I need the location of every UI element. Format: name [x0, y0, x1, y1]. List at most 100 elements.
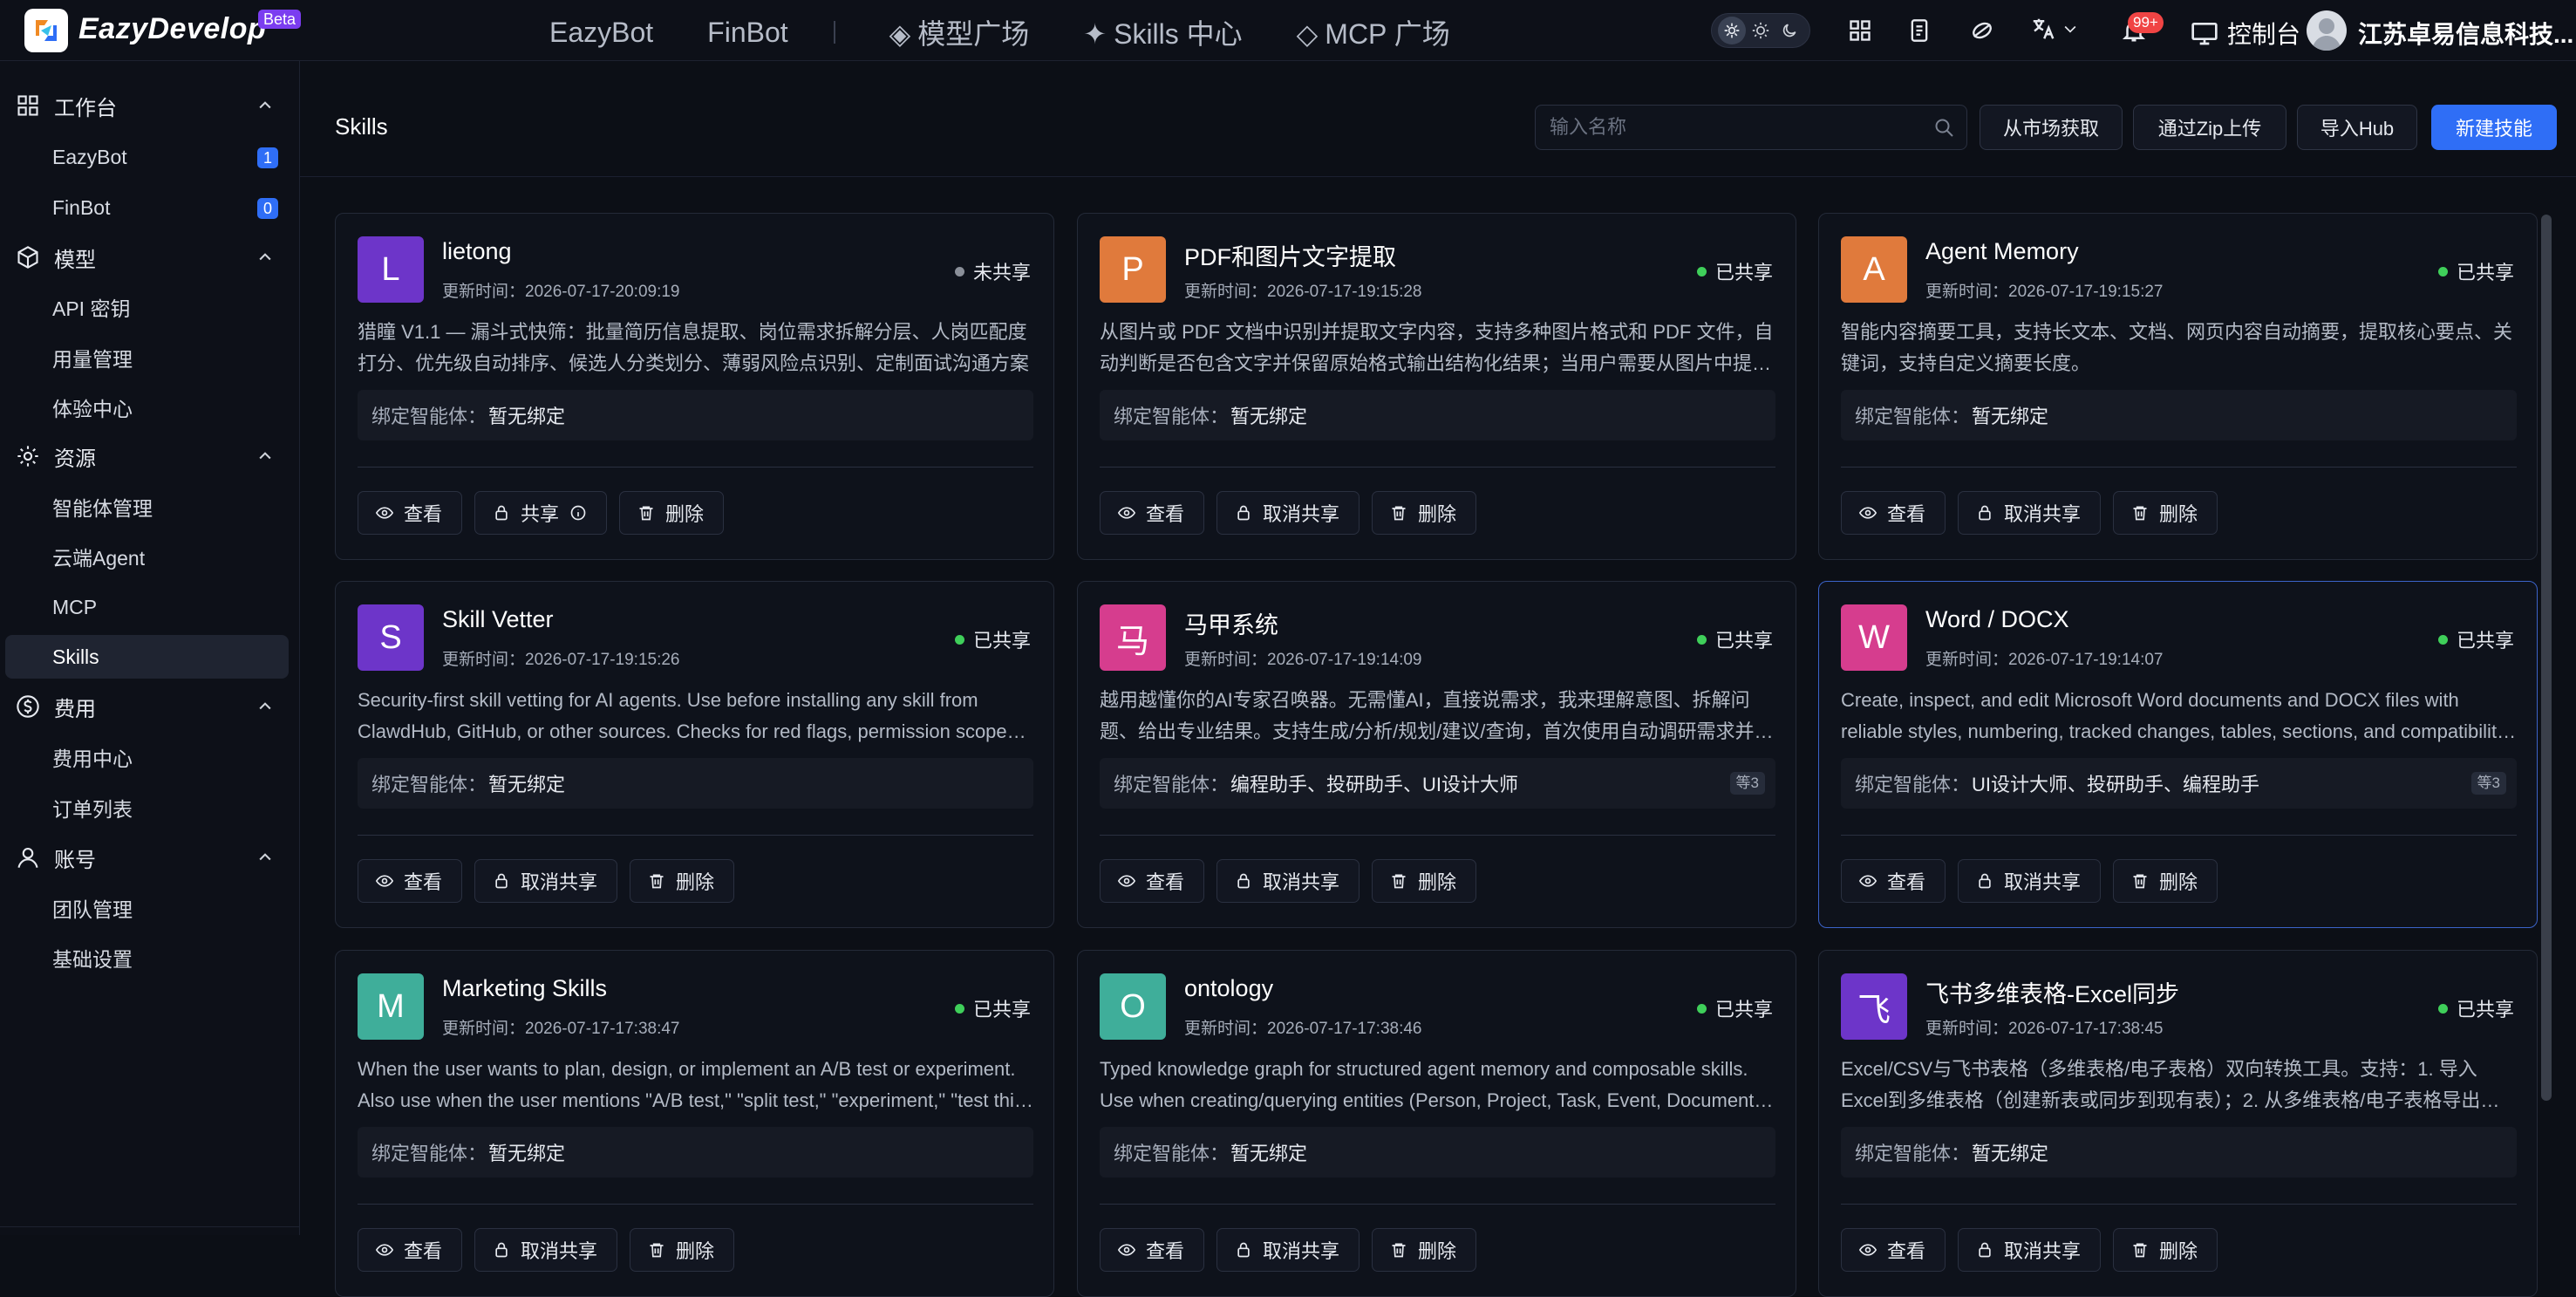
sidebar-item-settings[interactable]: 基础设置	[5, 936, 289, 980]
apps-icon[interactable]	[1845, 16, 1875, 45]
sidebar-item-playground[interactable]: 体验中心	[5, 386, 289, 429]
card-divider	[358, 835, 1033, 836]
status-dot	[2437, 634, 2448, 645]
upload-zip-button[interactable]: 通过Zip上传	[2133, 105, 2286, 150]
sidebar-item-eazybot[interactable]: EazyBot 1	[5, 135, 289, 179]
moon-icon[interactable]	[1775, 17, 1803, 44]
view-button[interactable]: 查看	[1100, 859, 1205, 903]
share-button[interactable]: 共享	[474, 491, 608, 535]
nav-eazybot[interactable]: EazyBot	[549, 17, 653, 49]
grid-icon	[17, 95, 38, 116]
sync-icon[interactable]	[1967, 16, 1997, 45]
unshare-button[interactable]: 取消共享	[1216, 859, 1360, 903]
nav-model-square[interactable]: ◈ 模型广场	[889, 12, 1030, 52]
avatar[interactable]	[2307, 10, 2347, 51]
scrollbar[interactable]	[2541, 215, 2552, 1101]
system-theme-icon[interactable]	[1717, 17, 1746, 44]
delete-button[interactable]: 删除	[1372, 859, 1477, 903]
search-input[interactable]	[1550, 106, 1916, 149]
status-dot	[1696, 634, 1707, 645]
eye-icon	[376, 507, 393, 519]
sidebar-item-billing-center[interactable]: 费用中心	[5, 735, 289, 779]
trash-icon	[1392, 874, 1406, 889]
trash-icon	[2133, 506, 2147, 521]
get-from-market-button[interactable]: 从市场获取	[1980, 105, 2123, 150]
skill-card[interactable]: P PDF和图片文字提取 更新时间：2026-07-17-19:15:28 已共…	[1077, 213, 1796, 560]
skill-card[interactable]: M Marketing Skills 更新时间：2026-07-17-17:38…	[335, 950, 1054, 1297]
skill-updated-time: 更新时间：2026-07-17-19:15:27	[1925, 283, 2164, 301]
unshare-button[interactable]: 取消共享	[1958, 491, 2102, 535]
delete-button[interactable]: 删除	[1372, 491, 1477, 535]
sidebar-item-mcp[interactable]: MCP	[5, 585, 289, 629]
sidebar-item-orders[interactable]: 订单列表	[5, 786, 289, 829]
view-button[interactable]: 查看	[1841, 859, 1946, 903]
status-dot	[954, 1003, 964, 1014]
view-button[interactable]: 查看	[358, 491, 463, 535]
skill-updated-time: 更新时间：2026-07-17-19:14:07	[1925, 651, 2164, 669]
language-switch[interactable]	[2030, 16, 2079, 42]
delete-button[interactable]: 删除	[630, 859, 735, 903]
sidebar-group-billing[interactable]: 费用	[0, 685, 300, 728]
skill-updated-time: 更新时间：2026-07-17-17:38:47	[442, 1020, 680, 1038]
import-hub-button[interactable]: 导入Hub	[2297, 105, 2417, 150]
skill-avatar: L	[358, 236, 424, 303]
skill-card[interactable]: W Word / DOCX 更新时间：2026-07-17-19:14:07 已…	[1818, 581, 2538, 928]
delete-button[interactable]: 删除	[2113, 491, 2218, 535]
skill-card[interactable]: 飞 飞书多维表格-Excel同步 更新时间：2026-07-17-17:38:4…	[1818, 950, 2538, 1297]
share-status: 已共享	[2437, 625, 2514, 653]
sidebar-item-usage[interactable]: 用量管理	[5, 336, 289, 379]
skill-avatar: O	[1100, 973, 1166, 1040]
theme-switch[interactable]	[1711, 13, 1810, 48]
card-divider	[1100, 467, 1775, 468]
status-dot	[954, 634, 964, 645]
sidebar-item-api-keys[interactable]: API 密钥	[5, 285, 289, 329]
sidebar-group-account[interactable]: 账号	[0, 836, 300, 879]
unshare-button[interactable]: 取消共享	[474, 859, 618, 903]
sidebar-item-cloud-agent[interactable]: 云端Agent	[5, 535, 289, 578]
company-name[interactable]: 江苏卓易信息科技...	[2358, 16, 2573, 51]
share-status: 未共享	[954, 257, 1031, 285]
sidebar-item-team[interactable]: 团队管理	[5, 886, 289, 930]
card-divider	[1100, 835, 1775, 836]
skill-card[interactable]: 马 马甲系统 更新时间：2026-07-17-19:14:09 已共享 越用越懂…	[1077, 581, 1796, 928]
chevron-down-icon	[2064, 25, 2076, 33]
sidebar-group-model[interactable]: 模型	[0, 236, 300, 279]
skill-card[interactable]: L lietong 更新时间：2026-07-17-20:09:19 未共享 猎…	[335, 213, 1054, 560]
sidebar-group-resources[interactable]: 资源	[0, 434, 300, 478]
nav-skills-center[interactable]: ✦ Skills 中心	[1083, 12, 1242, 52]
skill-card[interactable]: O ontology 更新时间：2026-07-17-17:38:46 已共享 …	[1077, 950, 1796, 1297]
info-icon[interactable]	[569, 504, 587, 522]
eye-icon	[1118, 1244, 1135, 1256]
diamond-icon: ◈	[889, 18, 911, 50]
skill-card[interactable]: A Agent Memory 更新时间：2026-07-17-19:15:27 …	[1818, 213, 2538, 560]
view-button[interactable]: 查看	[1100, 491, 1205, 535]
search-icon[interactable]	[1933, 117, 1954, 138]
view-button[interactable]: 查看	[358, 859, 463, 903]
search-box[interactable]	[1535, 105, 1967, 150]
skill-avatar: 马	[1100, 604, 1166, 671]
sidebar-group-workbench[interactable]: 工作台	[0, 84, 300, 127]
sidebar-item-finbot[interactable]: FinBot 0	[5, 186, 289, 229]
console-link[interactable]: 控制台	[2191, 16, 2300, 51]
nav-finbot[interactable]: FinBot	[707, 17, 787, 49]
unshare-button[interactable]: 取消共享	[1958, 859, 2102, 903]
view-button[interactable]: 查看	[1841, 491, 1946, 535]
unshare-button[interactable]: 取消共享	[1216, 491, 1360, 535]
sidebar-item-agents[interactable]: 智能体管理	[5, 485, 289, 529]
sidebar-item-skills[interactable]: Skills	[5, 635, 289, 679]
header-divider	[300, 176, 2576, 177]
delete-button[interactable]: 删除	[619, 491, 725, 535]
brand-name: EazyDevelop	[78, 12, 267, 45]
document-icon[interactable]	[1905, 16, 1934, 45]
skill-name: Skill Vetter	[442, 606, 554, 632]
create-skill-button[interactable]: 新建技能	[2431, 105, 2557, 150]
nav-mcp-square[interactable]: ◇ MCP 广场	[1297, 12, 1450, 52]
lock-icon	[495, 873, 508, 889]
skill-description: Typed knowledge graph for structured age…	[1100, 1058, 1766, 1111]
delete-button[interactable]: 删除	[2113, 859, 2218, 903]
trash-icon	[1392, 506, 1406, 521]
diamond-outline-icon: ◇	[1296, 18, 1319, 50]
sun-icon[interactable]	[1747, 17, 1775, 44]
skill-card[interactable]: S Skill Vetter 更新时间：2026-07-17-19:15:26 …	[335, 581, 1054, 928]
app-logo[interactable]	[24, 9, 68, 52]
